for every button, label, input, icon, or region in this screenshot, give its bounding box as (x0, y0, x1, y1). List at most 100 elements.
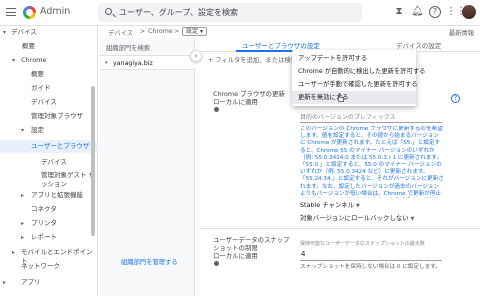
nav-label: コネクタ (31, 205, 57, 213)
breadcrumb: デバイス > Chrome > 設定 ▾ 最新情報 (98, 26, 480, 38)
search-icon (105, 8, 112, 15)
nav-scrollbar[interactable] (91, 86, 95, 236)
channel-select[interactable]: Stable チャンネル ▼ (300, 200, 360, 209)
nav-printers[interactable]: ▸ プリンタ (0, 217, 57, 230)
search-input[interactable]: ユーザー、グループ、設定を検索 (98, 3, 362, 22)
nav-settings[interactable]: ▾ 設定 (0, 124, 44, 137)
nav-apps-extensions[interactable]: ▸ アプリと拡張機能 (0, 189, 83, 202)
prefix-field-label: 目的のバージョンのプレフィックス (300, 114, 396, 121)
latest-news-link[interactable]: 最新情報 (449, 28, 474, 37)
nav-apps[interactable]: ▸ アプリ (0, 276, 41, 289)
chevron-right-icon: ▸ (21, 220, 25, 227)
filter-placeholder: フィルタを追加、または検索 (215, 57, 298, 64)
update-options-menu: アップデートを許可する Chrome が自動的に検出した更新を許可する ユーザー… (292, 50, 425, 106)
nav-chrome-overview[interactable]: 概要 (0, 68, 44, 81)
nav-label: ネットワーク (21, 262, 60, 270)
rollback-value: 対象バージョンにロールバックしない (300, 214, 409, 222)
help-icon[interactable]: ? (429, 6, 441, 18)
nav-managed-guest[interactable]: 管理対象ゲスト セッション (0, 169, 98, 189)
nav-label: アプリと拡張機能 (31, 191, 83, 199)
search-placeholder: ユーザー、グループ、設定を検索 (119, 8, 239, 17)
nav-overview[interactable]: 概要 (0, 40, 35, 53)
update-setting-scope: ローカルに適用 (213, 98, 258, 106)
breadcrumb-devices[interactable]: デバイス (108, 28, 133, 37)
nav-label: Chrome (21, 56, 47, 64)
menu-icon[interactable] (6, 8, 16, 16)
nav-label: 管理対象ゲスト セッション (41, 171, 96, 188)
menu-item-manual-updates[interactable]: ユーザーが手動で確認した更新を許可する (292, 78, 418, 91)
snapshot-hint: スナップショットを保持しない場合は 0 に設定します。 (300, 264, 441, 270)
snapshot-setting-title-cont: ショットの制限 (213, 244, 258, 252)
nav-reports[interactable]: ▸ レポート (0, 231, 57, 244)
breadcrumb-chrome[interactable]: Chrome (148, 28, 173, 35)
nav-label: ユーザーとブラウザ (31, 142, 90, 150)
google-logo-icon[interactable] (23, 6, 36, 19)
chevron-down-icon: ▾ (105, 60, 108, 66)
hourglass-icon[interactable]: ⧗ (393, 6, 405, 18)
nav-label: 概要 (31, 70, 44, 78)
top-bar: Admin ユーザー、グループ、設定を検索 ⧗ 🔔︎ ? ⋮⋮ (0, 0, 480, 26)
nav-managed-browsers[interactable]: 管理対象ブラウザ (0, 110, 83, 123)
chevron-down-icon: ▼ (356, 203, 360, 209)
snapshot-setting-title: ユーザーデータのスナップ (213, 236, 290, 244)
status-dot-icon (214, 261, 219, 266)
chevron-right-icon: ▸ (21, 234, 25, 241)
nav-label: プリンタ (31, 219, 57, 227)
tab-device-settings[interactable]: デバイスの設定 (396, 40, 441, 50)
breadcrumb-separator: > (140, 28, 146, 35)
chevron-right-icon: ▸ (3, 279, 7, 286)
bell-icon[interactable]: 🔔︎ (411, 6, 424, 18)
chevron-down-icon: ▾ (199, 28, 203, 35)
nav-label: 概要 (22, 42, 35, 50)
nav-connectors[interactable]: コネクタ (0, 203, 57, 216)
breadcrumb-separator: > (174, 28, 180, 35)
nav-devices[interactable]: ▾ デバイス (0, 26, 37, 39)
app-title[interactable]: Admin (40, 6, 70, 17)
org-unit-panel: 組織部門を検索 ▾ yanagiya.biz 組織部門を管理する (99, 38, 195, 296)
update-setting-title: Chrome ブラウザの更新 (213, 90, 285, 98)
snapshot-input-value[interactable]: 4 (301, 250, 305, 258)
nav-network[interactable]: ネットワーク (0, 260, 60, 273)
chevron-down-icon: ▾ (12, 57, 16, 64)
chevron-down-icon: ▾ (3, 29, 7, 36)
snapshot-input[interactable] (300, 260, 442, 261)
org-unit-item[interactable]: ▾ yanagiya.biz (99, 55, 195, 70)
help-icon[interactable]: ? (451, 94, 460, 103)
prefix-input[interactable] (300, 122, 442, 123)
nav-users-browsers[interactable]: ユーザーとブラウザ (0, 140, 98, 153)
menu-item-allow-updates[interactable]: アップデートを許可する (292, 52, 416, 65)
snapshot-field-label: 保持可能なユーザーデータのスナップショットの最大数 (300, 241, 425, 247)
nav-mobile-endpoints[interactable]: ▸ モバイルとエンドポイント (0, 246, 97, 265)
filter-input[interactable]: + フィルタを追加、または検索 (208, 55, 298, 67)
nav-label: ガイド (31, 84, 51, 92)
prefix-hint: このバージョンの Chrome ブラウザに更新するのを希望します。値を設定すると… (300, 126, 444, 197)
divider (200, 228, 480, 229)
rollback-select[interactable]: 対象バージョンにロールバックしない ▼ (300, 213, 414, 222)
nav-chrome[interactable]: ▾ Chrome (0, 54, 47, 67)
nav-guide[interactable]: ガイド (0, 82, 51, 95)
manage-org-units-link[interactable]: 組織部門を管理する (121, 257, 178, 266)
status-dot-icon (214, 107, 219, 112)
breadcrumb-current[interactable]: 設定 ▾ (182, 27, 207, 36)
chevron-down-icon: ▼ (410, 216, 415, 222)
menu-item-auto-detected-updates[interactable]: Chrome が自動的に検出した更新を許可する (292, 65, 425, 78)
nav-settings-devices[interactable]: デバイス (0, 156, 67, 169)
chevron-right-icon: ▸ (12, 249, 16, 256)
org-unit-name: yanagiya.biz (113, 60, 153, 67)
apps-icon[interactable]: ⋮⋮ (446, 6, 466, 18)
org-search-input[interactable]: 組織部門を検索 (106, 43, 150, 52)
nav-label: 管理対象ブラウザ (31, 112, 83, 120)
snapshot-setting-scope: ローカルに適用 (213, 252, 258, 260)
nav-chrome-devices[interactable]: デバイス (0, 96, 57, 109)
chevron-down-icon: ▾ (21, 127, 25, 134)
breadcrumb-current-label: 設定 (186, 28, 199, 35)
avatar[interactable] (462, 5, 476, 19)
nav-label: デバイス (41, 158, 67, 166)
hand-cursor-icon (337, 93, 344, 102)
chevron-right-icon: ▸ (21, 192, 25, 199)
nav-label: デバイス (31, 98, 57, 106)
tab-user-browser-settings[interactable]: ユーザーとブラウザの設定 (242, 40, 320, 50)
menu-item-disable-updates[interactable]: 更新を無効にする (292, 91, 416, 104)
channel-value: Stable チャンネル (300, 201, 355, 209)
left-nav: ▾ デバイス 概要 ▾ Chrome 概要 ガイド デバイス 管理対象ブラウザ … (0, 26, 98, 296)
